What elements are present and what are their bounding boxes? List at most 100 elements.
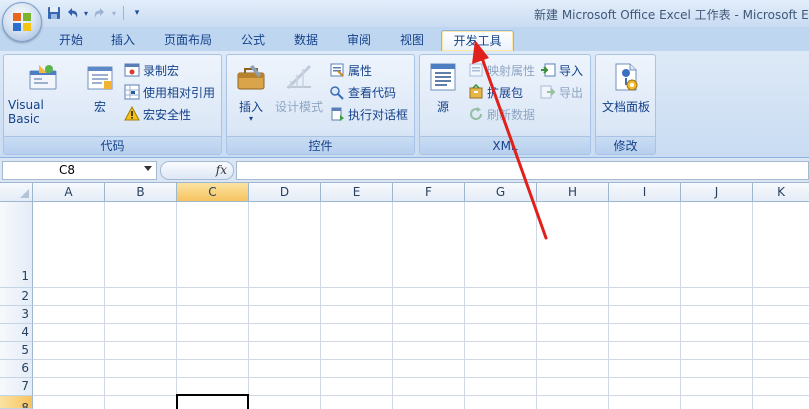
properties-button[interactable]: 属性 [329, 61, 372, 79]
row-header-7[interactable]: 7 [0, 378, 33, 396]
insert-function-button[interactable]: fx [160, 161, 234, 180]
office-logo-icon [13, 13, 31, 31]
run-dialog-label: 执行对话框 [348, 107, 409, 122]
use-relative-references-button[interactable]: 使用相对引用 [124, 83, 215, 101]
macros-label: 宏 [93, 100, 106, 114]
tab-view[interactable]: 视图 [395, 30, 429, 51]
map-properties-button[interactable]: 映射属性 [468, 61, 535, 79]
macros-icon [87, 66, 113, 90]
properties-icon [330, 63, 344, 77]
run-dialog-icon [331, 107, 344, 121]
record-macro-button[interactable]: 录制宏 [124, 61, 179, 79]
record-macro-label: 录制宏 [143, 63, 180, 78]
macros-button[interactable]: 宏 [82, 61, 118, 115]
tab-data[interactable]: 数据 [289, 30, 323, 51]
xml-source-button[interactable]: 源 [424, 61, 462, 115]
row-header-8[interactable]: 8 [0, 396, 33, 409]
column-header-i[interactable]: I [609, 183, 681, 202]
import-label: 导入 [559, 63, 584, 78]
column-header-d[interactable]: D [249, 183, 321, 202]
tab-formulas[interactable]: 公式 [236, 30, 270, 51]
group-modify: 文档面板 修改 [595, 54, 656, 155]
document-panel-button[interactable]: 文档面板 [598, 61, 654, 115]
macro-security-button[interactable]: 宏安全性 [124, 105, 191, 123]
office-button[interactable] [2, 2, 42, 42]
refresh-icon [470, 107, 483, 121]
view-code-label: 查看代码 [348, 85, 397, 100]
column-header-f[interactable]: F [393, 183, 465, 202]
map-properties-label: 映射属性 [487, 63, 536, 78]
xml-import-button[interactable]: 导入 [540, 61, 583, 79]
ribbon: Visual Basic 宏 录制宏 使用相对引用 宏安全性 代码 插入 ▾ 设… [0, 51, 809, 158]
row-header-4[interactable]: 4 [0, 324, 33, 342]
grid-line [33, 359, 809, 360]
map-properties-icon [469, 63, 483, 77]
insert-control-button[interactable]: 插入 ▾ [231, 61, 271, 123]
redo-icon[interactable] [92, 5, 108, 21]
grid-line [33, 323, 809, 324]
expansion-packs-button[interactable]: 扩展包 [468, 83, 523, 101]
visual-basic-icon [29, 65, 57, 90]
group-xml-label: XML [420, 136, 590, 154]
formula-bar: C8 fx [0, 158, 809, 183]
name-box-dropdown-icon[interactable] [144, 166, 152, 171]
row-header-3[interactable]: 3 [0, 306, 33, 324]
design-mode-button[interactable]: 设计模式 [273, 61, 325, 115]
group-code: Visual Basic 宏 录制宏 使用相对引用 宏安全性 代码 [3, 54, 222, 155]
group-modify-label: 修改 [596, 136, 655, 154]
run-dialog-button[interactable]: 执行对话框 [329, 105, 408, 123]
formula-input[interactable] [236, 161, 809, 180]
row-header-5[interactable]: 5 [0, 342, 33, 360]
view-code-icon [330, 86, 344, 100]
worksheet-grid[interactable]: A B C D E F G H I J K 1 2 3 4 5 6 7 8 [0, 183, 809, 409]
expansion-packs-label: 扩展包 [487, 85, 524, 100]
row-header-2[interactable]: 2 [0, 288, 33, 306]
qat-separator [123, 6, 124, 20]
xml-source-icon [430, 63, 456, 91]
document-panel-icon [615, 63, 638, 91]
column-header-c[interactable]: C [177, 183, 249, 202]
row-header-1[interactable]: 1 [0, 202, 33, 288]
group-controls-label: 控件 [227, 136, 414, 154]
xml-export-button[interactable]: 导出 [540, 83, 583, 101]
window-title: 新建 Microsoft Office Excel 工作表 - Microsof… [534, 8, 809, 22]
column-header-h[interactable]: H [537, 183, 609, 202]
grid-line [33, 341, 809, 342]
undo-dropdown-icon[interactable]: ▾ [82, 5, 90, 21]
tab-developer[interactable]: 开发工具 [441, 30, 514, 51]
name-box[interactable]: C8 [2, 161, 157, 180]
group-controls: 插入 ▾ 设计模式 属性 查看代码 执行对话框 控件 [226, 54, 415, 155]
column-header-e[interactable]: E [321, 183, 393, 202]
grid-line [33, 287, 809, 288]
tab-home[interactable]: 开始 [54, 30, 88, 51]
record-macro-icon [124, 63, 140, 77]
customize-icon[interactable]: ▾ [129, 5, 145, 21]
macro-security-label: 宏安全性 [143, 107, 192, 122]
save-icon[interactable] [46, 5, 62, 21]
column-header-b[interactable]: B [105, 183, 177, 202]
tab-page-layout[interactable]: 页面布局 [160, 30, 216, 51]
select-all-button[interactable] [0, 183, 33, 202]
undo-icon[interactable] [64, 5, 80, 21]
row-header-6[interactable]: 6 [0, 360, 33, 378]
relative-references-icon [124, 84, 140, 100]
column-header-g[interactable]: G [465, 183, 537, 202]
select-all-icon [20, 189, 29, 198]
redo-dropdown-icon[interactable]: ▾ [110, 5, 118, 21]
fx-icon: fx [215, 163, 227, 177]
import-icon [541, 63, 556, 77]
tab-review[interactable]: 审阅 [342, 30, 376, 51]
properties-label: 属性 [348, 63, 373, 78]
expansion-packs-icon [469, 84, 483, 99]
document-panel-label: 文档面板 [601, 100, 650, 114]
column-header-j[interactable]: J [681, 183, 753, 202]
refresh-data-button[interactable]: 刷新数据 [468, 105, 535, 123]
active-cell-c8[interactable] [176, 394, 249, 409]
tab-insert[interactable]: 插入 [106, 30, 140, 51]
column-header-a[interactable]: A [33, 183, 105, 202]
group-code-label: 代码 [4, 136, 221, 154]
view-code-button[interactable]: 查看代码 [329, 83, 396, 101]
visual-basic-button[interactable]: Visual Basic [8, 61, 78, 126]
design-mode-label: 设计模式 [274, 100, 323, 114]
column-header-k[interactable]: K [753, 183, 809, 202]
